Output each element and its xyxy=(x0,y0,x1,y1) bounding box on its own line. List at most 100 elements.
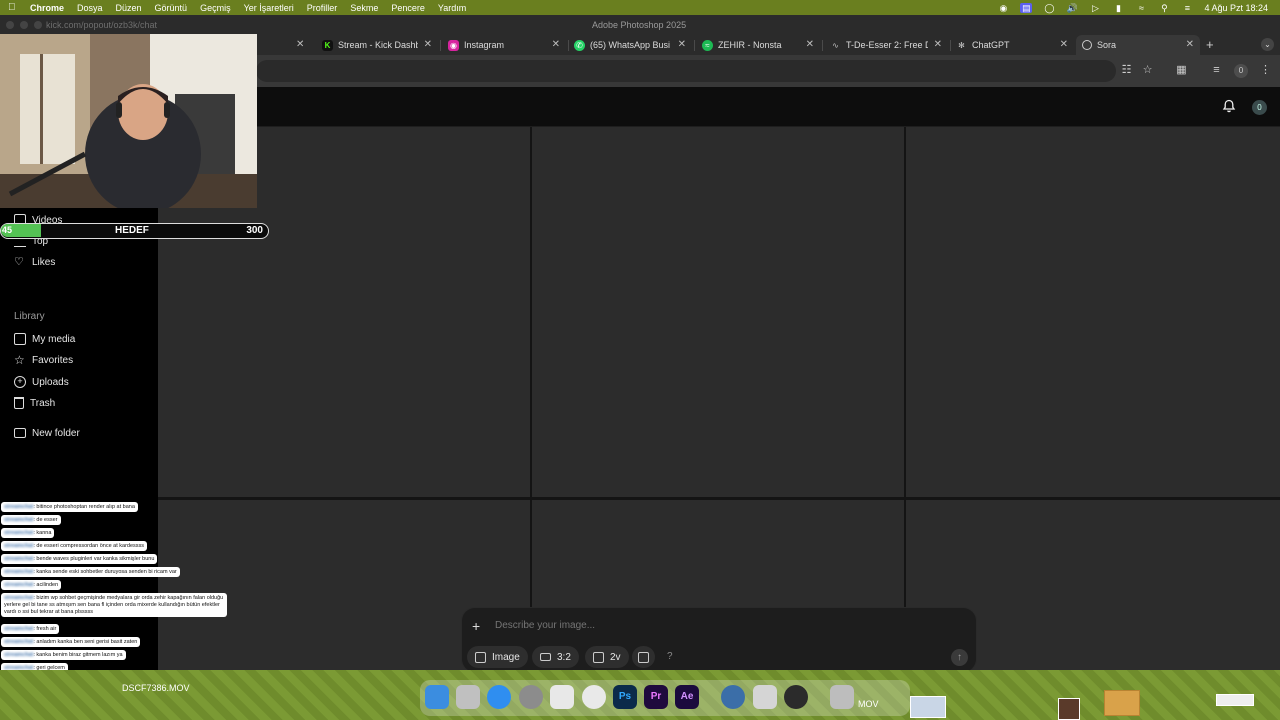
sora-icon xyxy=(1082,40,1092,50)
menubar-clock[interactable]: 4 Ağu Pzt 18:24 xyxy=(1204,3,1268,13)
aspect-ratio-icon xyxy=(540,653,551,661)
battery-icon[interactable]: ▮ xyxy=(1112,3,1124,13)
spotlight-search-icon[interactable]: ⚲ xyxy=(1158,3,1170,13)
safari-icon[interactable] xyxy=(487,685,511,709)
wifi-icon[interactable]: ≈ xyxy=(1135,3,1147,13)
media-controls-icon[interactable]: ≡ xyxy=(1210,64,1223,77)
trash-dock-icon[interactable] xyxy=(830,685,854,709)
apple-icon[interactable]:  xyxy=(8,2,18,13)
tab-spotify[interactable]: ≈ ZEHIR - Nonsta ✕ xyxy=(696,35,820,55)
macos-menu-bar:  Chrome Dosya Düzen Görüntü Geçmiş Yer … xyxy=(0,0,1280,15)
aftereffects-icon[interactable]: Ae xyxy=(675,685,699,709)
play-icon[interactable]: ▷ xyxy=(1089,3,1101,13)
preview-icon[interactable] xyxy=(753,685,777,709)
tab-close-button[interactable]: ✕ xyxy=(296,39,304,50)
media-type-label: Image xyxy=(492,651,520,663)
tab-search-icon[interactable]: ⌄ xyxy=(1261,38,1274,51)
menu-pencere[interactable]: Pencere xyxy=(391,3,425,13)
sidebar-item-likes[interactable]: ♡ Likes xyxy=(14,254,55,270)
extensions-icon[interactable]: ▦ xyxy=(1175,64,1188,77)
premiere-icon[interactable]: Pr xyxy=(644,685,668,709)
menu-app-chrome[interactable]: Chrome xyxy=(30,3,64,13)
chat-message: streamchat: bitince photoshoptan render … xyxy=(1,502,138,512)
creative-cloud-icon[interactable]: ◉ xyxy=(997,3,1009,13)
prompt-input[interactable] xyxy=(495,620,875,631)
tab-label: ZEHIR - Nonsta xyxy=(718,40,782,50)
desktop-file-thumbnail[interactable] xyxy=(910,696,946,718)
tb-icon: ∿ xyxy=(832,40,839,50)
sidebar-item-trash[interactable]: Trash xyxy=(14,395,55,411)
variations-button[interactable]: 2v xyxy=(585,646,629,668)
notification-badge[interactable]: 0 xyxy=(1252,100,1267,115)
vpn-icon[interactable]: ◯ xyxy=(1043,3,1055,13)
profile-avatar[interactable]: 0 xyxy=(1234,64,1248,78)
menu-sekme[interactable]: Sekme xyxy=(350,3,378,13)
media-tile[interactable] xyxy=(532,127,904,497)
new-tab-button[interactable]: + xyxy=(1206,37,1214,52)
bell-icon[interactable] xyxy=(1222,99,1236,113)
sidebar-item-new-folder[interactable]: New folder xyxy=(14,425,80,441)
tab-close-button[interactable]: ✕ xyxy=(934,39,942,50)
tab-close-button[interactable]: ✕ xyxy=(678,39,686,50)
send-button[interactable]: ↑ xyxy=(951,649,968,666)
menu-dosya[interactable]: Dosya xyxy=(77,3,103,13)
obs-icon[interactable] xyxy=(784,685,808,709)
traffic-lights[interactable] xyxy=(6,21,42,29)
tab-close-button[interactable]: ✕ xyxy=(1186,39,1194,50)
chrome-icon[interactable] xyxy=(582,685,606,709)
desktop-file-label[interactable]: DSCF7386.MOV xyxy=(122,683,190,693)
photoshop-icon[interactable]: Ps xyxy=(613,685,637,709)
desktop-package-icon[interactable] xyxy=(1104,690,1140,716)
goal-progress-bar: 45 HEDEF 300 xyxy=(0,223,269,239)
goal-target: 300 xyxy=(246,225,263,236)
tab-chatgpt[interactable]: ✻ ChatGPT ✕ xyxy=(950,35,1074,55)
tab-close-button[interactable]: ✕ xyxy=(424,39,432,50)
attach-plus-button[interactable]: + xyxy=(472,618,480,634)
bookmark-star-icon[interactable]: ☆ xyxy=(1141,64,1154,77)
window-title: Adobe Photoshop 2025 xyxy=(592,20,687,30)
menu-yardim[interactable]: Yardım xyxy=(438,3,466,13)
whatsapp-icon: ✆ xyxy=(574,39,585,51)
menu-yer-isaretleri[interactable]: Yer İşaretleri xyxy=(244,3,294,13)
star-icon: ☆ xyxy=(14,353,25,367)
volume-icon[interactable]: 🔊 xyxy=(1066,3,1078,13)
tab-close-button[interactable]: ✕ xyxy=(552,39,560,50)
tab-close-button[interactable]: ✕ xyxy=(1060,39,1068,50)
tab-instagram[interactable]: ◉ Instagram ✕ xyxy=(442,35,566,55)
kebab-menu-icon[interactable]: ⋮ xyxy=(1259,64,1272,77)
desktop-file-thumbnail[interactable] xyxy=(1058,698,1080,720)
sidebar-item-my-media[interactable]: My media xyxy=(14,331,75,347)
tab-sora[interactable]: Sora ✕ xyxy=(1076,35,1200,55)
help-button[interactable]: ? xyxy=(667,651,673,662)
control-center-icon[interactable]: ≡ xyxy=(1181,3,1193,13)
sidebar-item-label: New folder xyxy=(32,427,80,439)
address-bar[interactable] xyxy=(256,60,1116,82)
launchpad-icon[interactable] xyxy=(456,685,480,709)
quicktime-icon[interactable] xyxy=(721,685,745,709)
screen-share-icon[interactable]: ▤ xyxy=(1020,2,1033,13)
sidebar-item-favorites[interactable]: ☆ Favorites xyxy=(14,352,73,368)
menu-goruntu[interactable]: Görüntü xyxy=(155,3,188,13)
tab-whatsapp[interactable]: ✆ (65) WhatsApp Busi ✕ xyxy=(568,35,692,55)
chat-message: streamchat: anladım kanka ben seni geris… xyxy=(1,637,141,647)
media-type-button[interactable]: Image xyxy=(467,646,528,668)
translate-icon[interactable]: ☷ xyxy=(1120,64,1133,77)
desktop-file-thumbnail[interactable] xyxy=(1216,694,1254,706)
menu-profiller[interactable]: Profiller xyxy=(307,3,338,13)
tab-de-esser[interactable]: ∿ T-De-Esser 2: Free D ✕ xyxy=(824,35,948,55)
tab-kick[interactable]: K Stream - Kick Dashb ✕ xyxy=(316,35,438,55)
notes-icon[interactable] xyxy=(550,685,574,709)
storyboard-icon xyxy=(638,651,649,663)
image-icon xyxy=(475,651,486,663)
storyboard-button[interactable] xyxy=(632,646,655,668)
finder-icon[interactable] xyxy=(425,685,449,709)
media-tile[interactable] xyxy=(906,127,1280,497)
settings-icon[interactable] xyxy=(519,685,543,709)
menu-gecmis[interactable]: Geçmiş xyxy=(200,3,231,13)
menu-duzen[interactable]: Düzen xyxy=(116,3,142,13)
macos-dock: Ps Pr Ae xyxy=(420,680,910,716)
aspect-ratio-button[interactable]: 3:2 xyxy=(532,646,579,668)
tab-label: ChatGPT xyxy=(972,40,1010,50)
tab-close-button[interactable]: ✕ xyxy=(806,39,814,50)
sidebar-item-uploads[interactable]: + Uploads xyxy=(14,374,69,390)
